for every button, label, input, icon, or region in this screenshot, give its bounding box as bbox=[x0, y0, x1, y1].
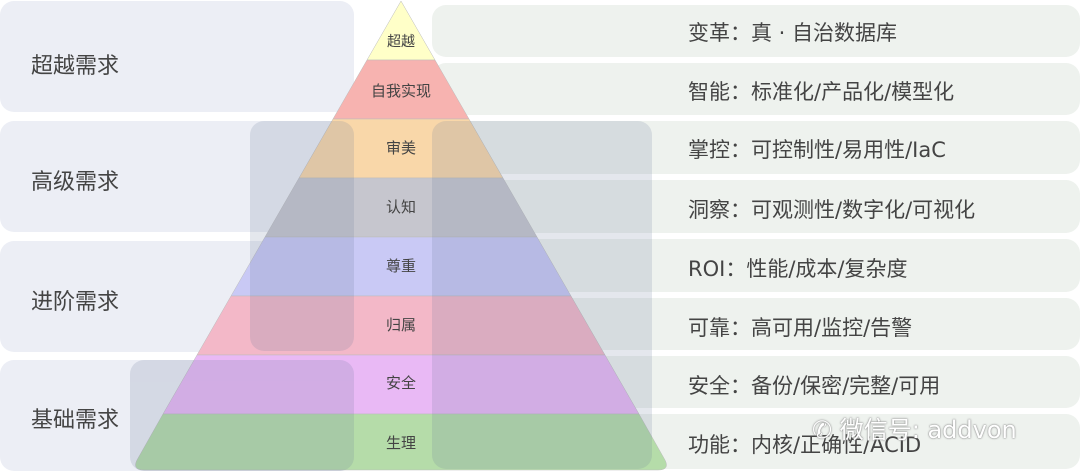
description-label-6: 可靠：高可用/监控/告警 bbox=[688, 316, 913, 340]
level-label-4: 认知 bbox=[385, 198, 416, 216]
overlap-tint-right bbox=[432, 121, 652, 469]
overlap-tint-left-bottom bbox=[130, 360, 354, 471]
level-label-3: 审美 bbox=[385, 139, 416, 157]
level-label-8: 生理 bbox=[385, 434, 416, 452]
description-label-4: 洞察：可观测性/数字化/可视化 bbox=[688, 198, 976, 222]
level-label-5: 尊重 bbox=[385, 257, 416, 275]
wechat-icon: ✆ bbox=[812, 416, 840, 444]
level-label-6: 归属 bbox=[385, 316, 416, 334]
pyramid bbox=[130, 0, 667, 471]
overlap-tint-left bbox=[250, 121, 354, 351]
level-label-2: 自我实现 bbox=[370, 82, 431, 100]
level-label-7: 安全 bbox=[385, 374, 416, 392]
description-label-7: 安全：备份/保密/完整/可用 bbox=[688, 374, 941, 398]
watermark: ✆ 微信号: addvon bbox=[812, 410, 1017, 445]
description-label-3: 掌控：可控制性/易用性/IaC bbox=[688, 138, 946, 162]
level-label-1: 超越 bbox=[387, 34, 415, 50]
watermark-text: 微信号: addvon bbox=[839, 416, 1017, 444]
description-label-2: 智能：标准化/产品化/模型化 bbox=[688, 80, 955, 104]
description-label-1: 变革：真 · 自治数据库 bbox=[688, 21, 898, 45]
description-label-5: ROI：性能/成本/复杂度 bbox=[688, 257, 908, 281]
